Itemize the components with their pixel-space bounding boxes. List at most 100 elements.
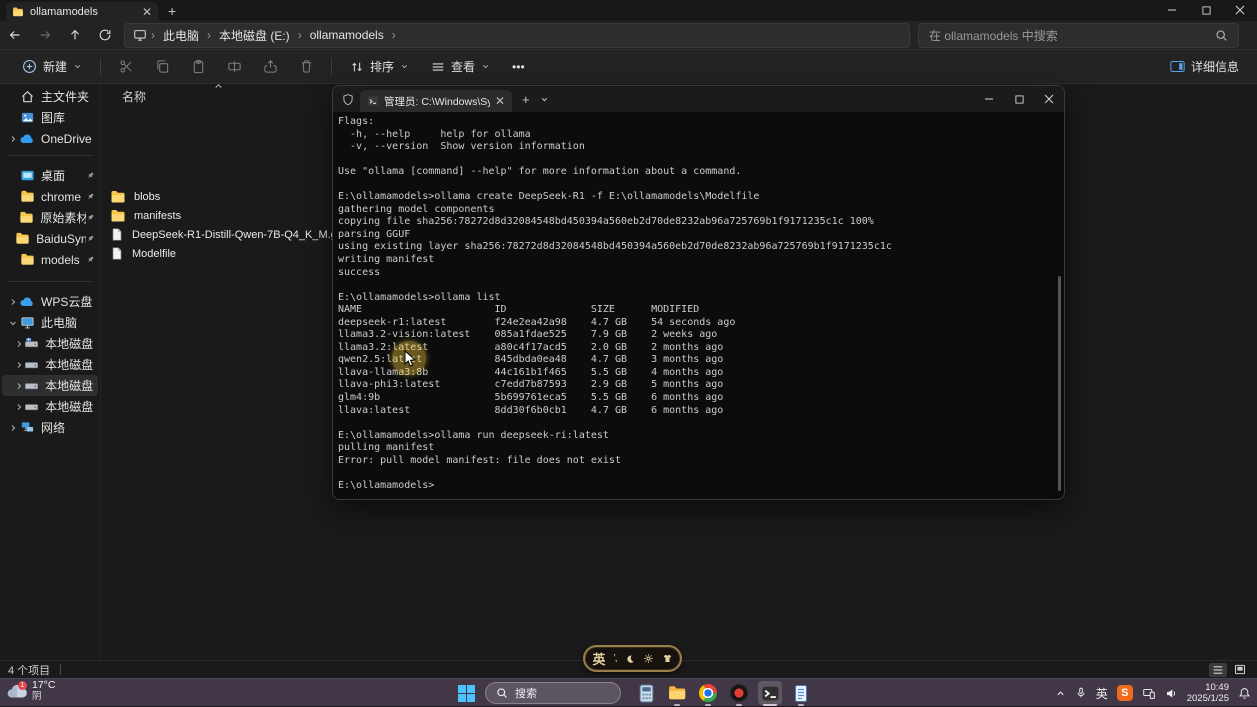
chevron-down-icon[interactable] [6, 319, 19, 327]
sidebar-item-network[interactable]: 网络 [2, 417, 98, 438]
back-button[interactable] [0, 22, 30, 48]
up-button[interactable] [60, 22, 90, 48]
rename-button[interactable] [219, 54, 249, 80]
terminal-new-tab-button[interactable]: + [522, 92, 530, 107]
sidebar-item-models[interactable]: models [2, 249, 98, 270]
terminal-title-bar[interactable]: 管理员: C:\Windows\System32 ✕ + [333, 86, 1064, 112]
new-button[interactable]: 新建 [14, 54, 90, 79]
chevron-right-icon[interactable] [14, 403, 23, 411]
taskbar-screen-recorder[interactable] [727, 681, 751, 705]
sidebar-item-baidusyncdisk[interactable]: BaiduSyncdisk [2, 228, 98, 249]
speaker-icon[interactable] [1165, 687, 1178, 700]
breadcrumb-this-pc[interactable]: 此电脑 [159, 27, 203, 44]
taskbar-calculator[interactable] [634, 681, 658, 705]
microphone-icon[interactable] [1075, 686, 1087, 700]
forward-button[interactable] [30, 22, 60, 48]
window-minimize-button[interactable] [1155, 0, 1189, 20]
sort-ascending-icon [214, 82, 223, 91]
chevron-right-icon[interactable] [6, 135, 19, 143]
notification-bell-icon[interactable] [1238, 687, 1251, 700]
chevron-right-icon[interactable] [14, 382, 23, 390]
start-button[interactable] [454, 681, 478, 705]
search-icon [496, 687, 508, 699]
folder-icon [18, 210, 34, 225]
weather-widget[interactable]: 1 17°C 阴 [6, 680, 55, 702]
file-icon [110, 227, 124, 242]
sidebar-item-disk-c[interactable]: 本地磁盘 (C:) [2, 333, 98, 354]
cut-button[interactable] [111, 54, 141, 80]
copy-button[interactable] [147, 54, 177, 80]
delete-button[interactable] [291, 54, 321, 80]
details-view-toggle[interactable] [1209, 663, 1227, 677]
sidebar-item-desktop[interactable]: 桌面 [2, 165, 98, 186]
terminal-tab[interactable]: 管理员: C:\Windows\System32 ✕ [360, 90, 512, 112]
taskbar-clock[interactable]: 10:49 2025/1/25 [1187, 682, 1229, 704]
sort-button[interactable]: 排序 [342, 54, 417, 79]
disk-drive-icon [23, 357, 39, 372]
moon-icon[interactable] [625, 654, 635, 664]
terminal-scrollbar[interactable] [1058, 276, 1061, 491]
sogou-ime-bar[interactable]: 英 ’, [583, 645, 682, 672]
sidebar-item-disk-e[interactable]: 本地磁盘 (E:) [2, 375, 98, 396]
sidebar-item-this-pc[interactable]: 此电脑 [2, 312, 98, 333]
share-button[interactable] [255, 54, 285, 80]
breadcrumb-drive-e[interactable]: 本地磁盘 (E:) [215, 27, 294, 44]
terminal-icon [367, 95, 379, 107]
chevron-right-icon[interactable] [6, 424, 19, 432]
details-pane-button[interactable]: 详细信息 [1170, 58, 1243, 75]
sidebar-item-gallery[interactable]: 图库 [2, 107, 98, 128]
sidebar-item-wps-cloud[interactable]: WPS云盘 [2, 291, 98, 312]
pin-icon [86, 255, 95, 264]
search-input[interactable]: 在 ollamamodels 中搜索 [918, 23, 1239, 48]
explorer-tab[interactable]: ollamamodels ✕ [6, 2, 158, 21]
home-icon [19, 89, 35, 104]
taskbar-chrome[interactable] [696, 681, 720, 705]
taskbar-notepad[interactable] [789, 681, 813, 705]
window-close-button[interactable] [1223, 0, 1257, 20]
large-icons-view-toggle[interactable] [1231, 663, 1249, 677]
refresh-button[interactable] [90, 22, 120, 48]
sidebar-item-home[interactable]: 主文件夹 [2, 86, 98, 107]
terminal-close-button[interactable] [1034, 86, 1064, 112]
terminal-output[interactable]: Flags: -h, --help help for ollama -v, --… [334, 112, 1063, 498]
chevron-right-icon[interactable] [14, 361, 23, 369]
chevron-right-icon[interactable] [14, 340, 23, 348]
explorer-toolbar: 新建 排序 查看 ••• 详细信息 [0, 50, 1257, 84]
tray-chevron-up-icon[interactable] [1055, 688, 1066, 699]
paste-button[interactable] [183, 54, 213, 80]
ime-punctuation-toggle[interactable]: ’, [614, 653, 617, 664]
sidebar-item-disk-d[interactable]: 本地磁盘 (D:) [2, 354, 98, 375]
sogou-input-icon[interactable]: S [1117, 685, 1133, 701]
disk-drive-icon [23, 336, 39, 351]
tab-close-icon[interactable]: ✕ [142, 6, 152, 18]
terminal-tab-close-icon[interactable]: ✕ [495, 95, 505, 107]
terminal-tab-dropdown-icon[interactable] [540, 95, 549, 104]
breadcrumb[interactable]: › 此电脑 › 本地磁盘 (E:) › ollamamodels › [124, 23, 910, 48]
cast-device-icon[interactable] [1142, 687, 1156, 700]
skin-shirt-icon[interactable] [662, 653, 673, 664]
more-button[interactable]: ••• [504, 56, 533, 78]
ime-mode-toggle[interactable]: 英 [592, 649, 605, 668]
pin-icon [86, 213, 95, 222]
ime-language-indicator[interactable]: 英 [1096, 685, 1108, 702]
terminal-minimize-button[interactable] [974, 86, 1004, 112]
new-tab-button[interactable]: + [168, 3, 176, 19]
taskbar-search[interactable]: 搜索 [485, 682, 621, 704]
chevron-right-icon[interactable] [6, 298, 19, 306]
gear-icon[interactable] [643, 653, 654, 664]
terminal-maximize-button[interactable] [1004, 86, 1034, 112]
sidebar-item-raw-material[interactable]: 原始素材 [2, 207, 98, 228]
record-icon [730, 684, 748, 702]
sidebar-item-chrome-folder[interactable]: chrome [2, 186, 98, 207]
view-button[interactable]: 查看 [423, 54, 498, 79]
file-name: Modelfile [132, 248, 176, 260]
sidebar-item-disk-f[interactable]: 本地磁盘 (F:) [2, 396, 98, 417]
terminal-window: 管理员: C:\Windows\System32 ✕ + Flags: -h, … [332, 85, 1065, 500]
chevron-down-icon [400, 62, 409, 71]
taskbar-file-explorer[interactable] [665, 681, 689, 705]
taskbar-terminal[interactable] [758, 681, 782, 705]
sidebar-item-onedrive[interactable]: OneDrive [2, 128, 98, 149]
breadcrumb-ollamamodels[interactable]: ollamamodels [306, 28, 388, 42]
window-maximize-button[interactable] [1189, 0, 1223, 20]
column-header-name[interactable]: 名称 [102, 84, 332, 104]
